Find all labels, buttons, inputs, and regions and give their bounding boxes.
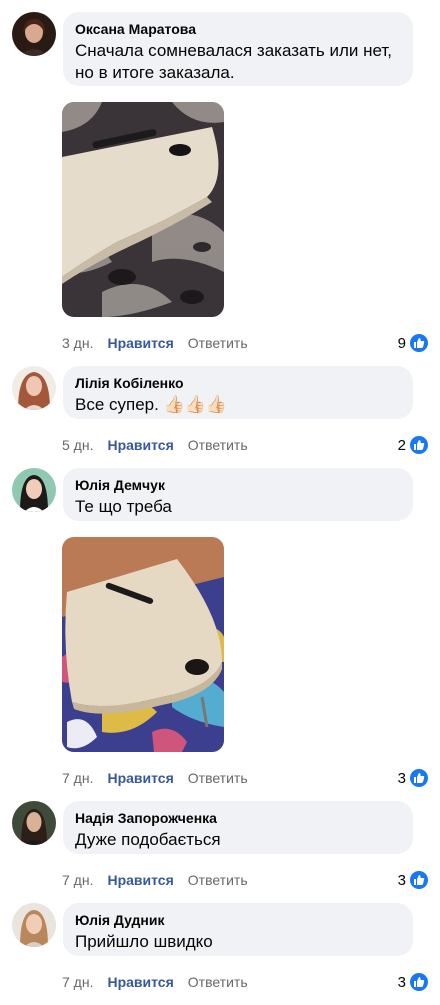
- comment-author[interactable]: Юлія Дудник: [75, 911, 401, 929]
- thumbs-up-icon: [410, 871, 428, 889]
- avatar-photo: [12, 801, 56, 845]
- comment-photo[interactable]: [62, 537, 224, 752]
- reply-link[interactable]: Ответить: [188, 870, 248, 890]
- comment-bubble: Оксана Маратова Сначала сомневалася зака…: [63, 12, 413, 86]
- comment-author[interactable]: Оксана Маратова: [75, 20, 401, 38]
- thumbs-up-icon: [410, 973, 428, 991]
- avatar-photo: [12, 366, 56, 410]
- reply-link[interactable]: Ответить: [188, 768, 248, 788]
- reply-link[interactable]: Ответить: [188, 972, 248, 992]
- reaction-count[interactable]: 3: [398, 972, 428, 992]
- avatar[interactable]: [12, 366, 56, 410]
- comment-time[interactable]: 7 дн.: [62, 870, 93, 890]
- comment-actions: 5 дн. Нравится Ответить: [62, 435, 248, 455]
- like-link[interactable]: Нравится: [107, 870, 173, 890]
- reaction-count[interactable]: 2: [398, 435, 428, 455]
- comment-bubble: Лілія Кобіленко Все супер. 👍🏻👍🏻👍🏻: [63, 366, 413, 419]
- thumbs-up-icon: [410, 769, 428, 787]
- avatar[interactable]: [12, 801, 56, 845]
- comment-text: Дуже подобається: [75, 830, 221, 849]
- reaction-count[interactable]: 3: [398, 768, 428, 788]
- comment-actions: 7 дн. Нравится Ответить: [62, 972, 248, 992]
- avatar[interactable]: [12, 12, 56, 56]
- reaction-number: 3: [397, 871, 406, 889]
- comment-author[interactable]: Лілія Кобіленко: [75, 374, 401, 392]
- comment-time[interactable]: 3 дн.: [62, 333, 93, 353]
- avatar[interactable]: [12, 468, 56, 512]
- thumbs-up-icon: [410, 436, 428, 454]
- avatar-photo: [12, 12, 56, 56]
- like-link[interactable]: Нравится: [107, 972, 173, 992]
- comment-text: Сначала сомневалася заказать или нет, но…: [75, 41, 393, 82]
- comment-time[interactable]: 5 дн.: [62, 435, 93, 455]
- desk-photo: [62, 102, 224, 317]
- comment-actions: 7 дн. Нравится Ответить: [62, 870, 248, 890]
- comment-bubble: Юлія Дудник Прийшло швидко: [63, 903, 413, 956]
- comment-photo[interactable]: [62, 102, 224, 317]
- comment-actions: 7 дн. Нравится Ответить: [62, 768, 248, 788]
- reaction-number: 2: [397, 436, 406, 454]
- reaction-count[interactable]: 9: [398, 333, 428, 353]
- comment-time[interactable]: 7 дн.: [62, 972, 93, 992]
- reaction-number: 9: [397, 334, 406, 352]
- comment-text: Прийшло швидко: [75, 932, 213, 951]
- avatar-photo: [12, 468, 56, 512]
- like-link[interactable]: Нравится: [107, 333, 173, 353]
- comment-bubble: Надія Запорожченка Дуже подобається: [63, 801, 413, 854]
- avatar[interactable]: [12, 903, 56, 947]
- reaction-number: 3: [397, 973, 406, 991]
- comment-time[interactable]: 7 дн.: [62, 768, 93, 788]
- desk-photo: [62, 537, 224, 752]
- reply-link[interactable]: Ответить: [188, 333, 248, 353]
- comment-text: Те що треба: [75, 497, 172, 516]
- comment-author[interactable]: Юлія Демчук: [75, 476, 401, 494]
- reaction-count[interactable]: 3: [398, 870, 428, 890]
- reply-link[interactable]: Ответить: [188, 435, 248, 455]
- like-link[interactable]: Нравится: [107, 435, 173, 455]
- comment-actions: 3 дн. Нравится Ответить: [62, 333, 248, 353]
- comment-bubble: Юлія Демчук Те що треба: [63, 468, 413, 521]
- comment-text: Все супер. 👍🏻👍🏻👍🏻: [75, 395, 228, 414]
- avatar-photo: [12, 903, 56, 947]
- comment-author[interactable]: Надія Запорожченка: [75, 809, 401, 827]
- reaction-number: 3: [397, 769, 406, 787]
- like-link[interactable]: Нравится: [107, 768, 173, 788]
- thumbs-up-icon: [410, 334, 428, 352]
